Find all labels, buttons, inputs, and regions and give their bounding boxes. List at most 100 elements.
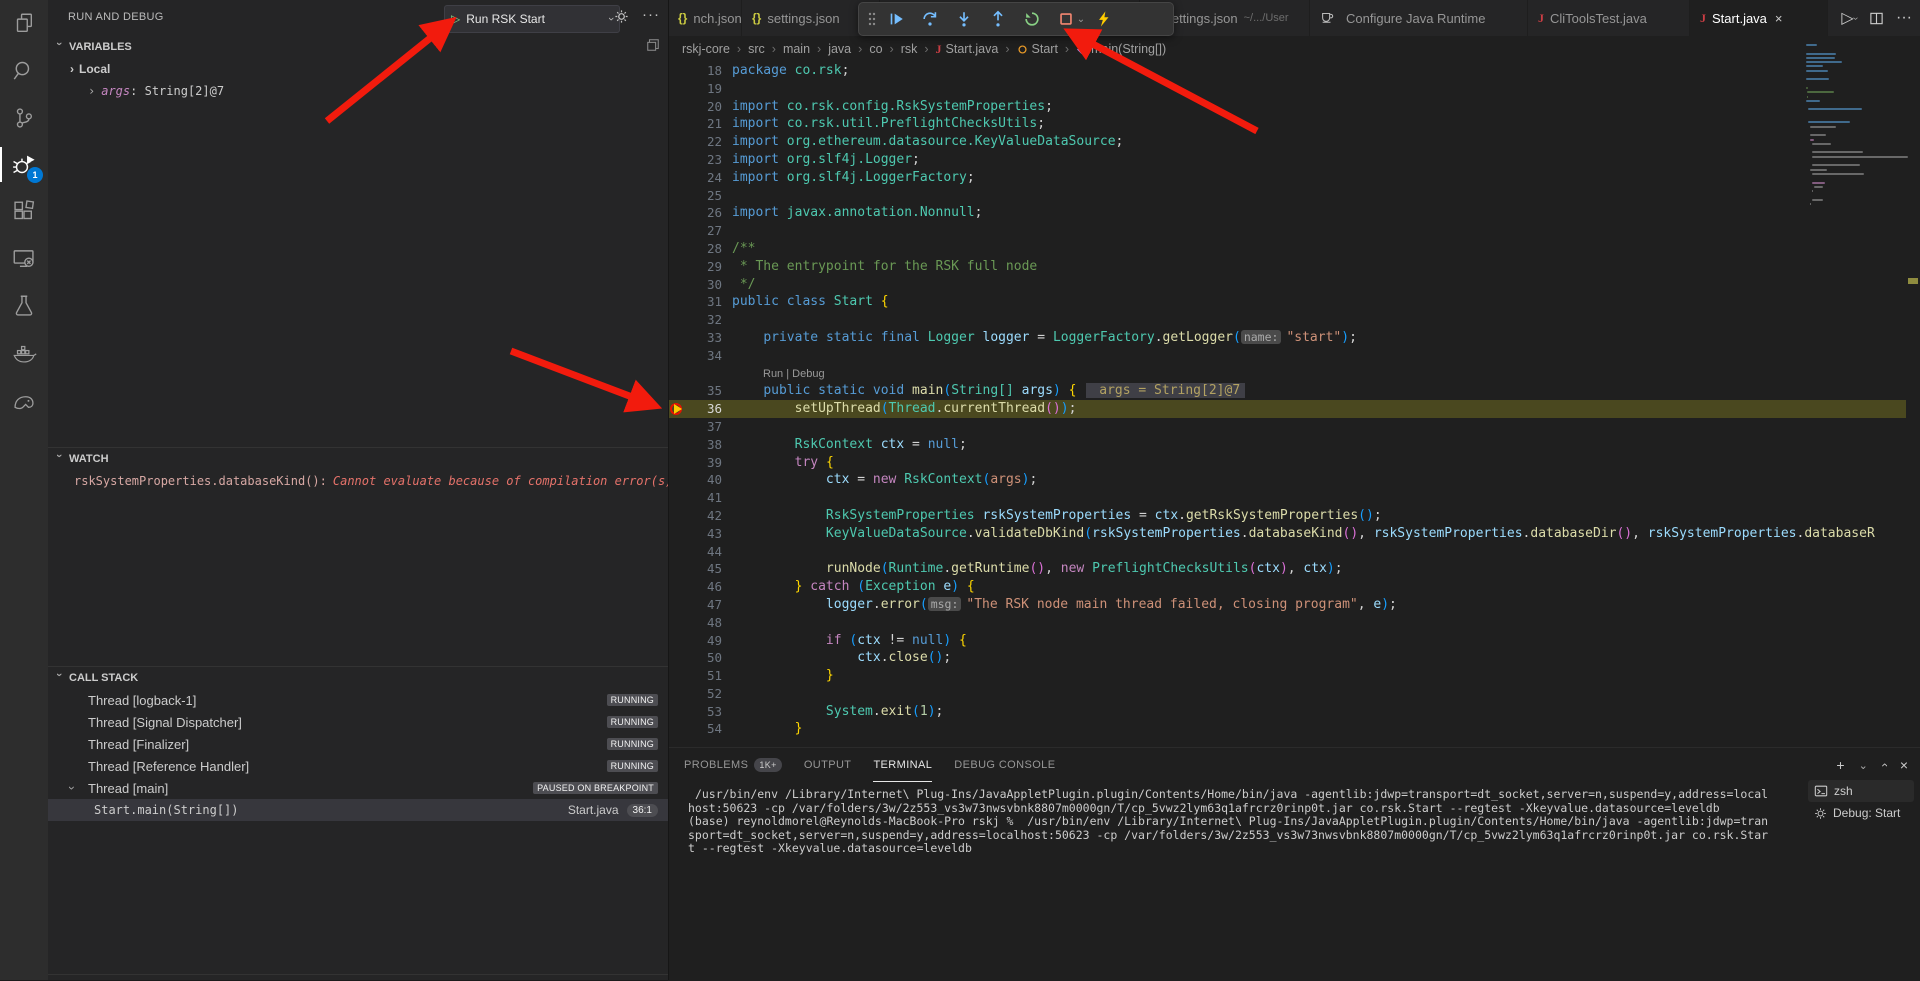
extensions-icon[interactable]: [0, 188, 48, 235]
panel-tab-problems[interactable]: PROBLEMS1K+: [684, 748, 782, 782]
breakpoint-gutter[interactable]: [668, 80, 688, 98]
run-debug-codelens[interactable]: Run | Debug: [732, 368, 825, 380]
step-out-icon[interactable]: [981, 5, 1015, 33]
breadcrumb-item[interactable]: java: [828, 42, 851, 56]
watch-header[interactable]: ›WATCH: [48, 448, 668, 470]
minimap[interactable]: [1806, 44, 1906, 224]
breadcrumb-item[interactable]: src: [748, 42, 765, 56]
breakpoint-gutter[interactable]: [668, 365, 688, 383]
run-file-icon[interactable]: ▷›: [1841, 8, 1857, 28]
breadcrumb-item[interactable]: Start: [1017, 42, 1058, 56]
hot-code-replace-icon[interactable]: [1087, 5, 1121, 33]
breakpoint-gutter[interactable]: [668, 293, 688, 311]
terminal-instance-debug-start[interactable]: Debug: Start: [1808, 802, 1914, 824]
breakpoint-gutter[interactable]: [668, 329, 688, 347]
stop-options-chevron-icon[interactable]: ⌄: [1075, 5, 1087, 33]
search-icon[interactable]: [0, 47, 48, 94]
breadcrumb-item[interactable]: rskj-core: [682, 42, 730, 56]
split-editor-icon[interactable]: [1869, 11, 1884, 26]
breakpoint-gutter[interactable]: [668, 454, 688, 472]
breakpoint-gutter[interactable]: [668, 204, 688, 222]
run-and-debug-icon[interactable]: 1: [0, 141, 48, 188]
remote-explorer-icon[interactable]: [0, 235, 48, 282]
overview-ruler[interactable]: [1906, 0, 1920, 747]
breakpoint-gutter[interactable]: [668, 685, 688, 703]
breakpoint-gutter[interactable]: [668, 258, 688, 276]
tab-nch-json[interactable]: {}nch.json: [668, 0, 742, 36]
breadcrumb-item[interactable]: rsk: [901, 42, 918, 56]
testing-flask-icon[interactable]: [0, 282, 48, 329]
call-stack-row[interactable]: ›Thread [main]PAUSED ON BREAKPOINT: [48, 777, 668, 799]
source-control-icon[interactable]: [0, 94, 48, 141]
continue-icon[interactable]: [879, 5, 913, 33]
terminal-dropdown-icon[interactable]: ⌄: [1859, 759, 1868, 772]
breakpoint-gutter[interactable]: [668, 596, 688, 614]
breakpoint-gutter[interactable]: [668, 614, 688, 632]
call-stack-header[interactable]: ›CALL STACK: [48, 667, 668, 689]
breakpoint-gutter[interactable]: [668, 436, 688, 454]
panel-tab-output[interactable]: OUTPUT: [804, 748, 852, 782]
breakpoint-gutter[interactable]: [668, 115, 688, 133]
breakpoint-gutter[interactable]: [668, 543, 688, 561]
breadcrumb-item[interactable]: main(String[]): [1076, 42, 1166, 56]
code-lines[interactable]: 18package co.rsk;1920import co.rsk.confi…: [668, 62, 1906, 747]
breakpoint-gutter[interactable]: [668, 169, 688, 187]
breadcrumb-item[interactable]: JStart.java: [936, 42, 999, 57]
breakpoint-gutter[interactable]: [668, 720, 688, 738]
breakpoint-gutter[interactable]: [668, 98, 688, 116]
tab-configure-java-runtime[interactable]: Configure Java Runtime: [1310, 0, 1528, 36]
breakpoint-gutter[interactable]: [668, 489, 688, 507]
breakpoint-gutter[interactable]: [668, 400, 688, 418]
tab-clitoolstest-java[interactable]: JCliToolsTest.java: [1528, 0, 1690, 36]
tab-start-java[interactable]: JStart.java×: [1690, 0, 1828, 36]
views-more-actions-icon[interactable]: ···: [642, 6, 660, 23]
close-panel-icon[interactable]: ×: [1900, 757, 1908, 773]
gradle-elephant-icon[interactable]: [0, 376, 48, 423]
step-into-icon[interactable]: [947, 5, 981, 33]
variable-row[interactable]: ›args: String[2]@7: [48, 80, 668, 102]
breakpoint-gutter[interactable]: [668, 133, 688, 151]
breakpoint-gutter[interactable]: [668, 240, 688, 258]
explorer-icon[interactable]: [0, 0, 48, 47]
docker-icon[interactable]: [0, 329, 48, 376]
new-terminal-icon[interactable]: +: [1836, 757, 1844, 773]
breadcrumb-item[interactable]: main: [783, 42, 810, 56]
call-stack-row[interactable]: Thread [Signal Dispatcher]RUNNING: [48, 711, 668, 733]
breakpoint-gutter[interactable]: [668, 187, 688, 205]
terminal-instance-zsh[interactable]: zsh: [1808, 780, 1914, 802]
variables-header[interactable]: ›VARIABLES: [48, 36, 668, 58]
restart-icon[interactable]: [1015, 5, 1049, 33]
breakpoint-gutter[interactable]: [668, 525, 688, 543]
step-over-icon[interactable]: [913, 5, 947, 33]
breakpoint-gutter[interactable]: [668, 649, 688, 667]
breakpoint-gutter[interactable]: [668, 507, 688, 525]
breakpoint-gutter[interactable]: [668, 311, 688, 329]
maximize-panel-icon[interactable]: ›: [1882, 758, 1886, 772]
breakpoint-gutter[interactable]: [668, 560, 688, 578]
breakpoint-gutter[interactable]: [668, 62, 688, 80]
call-stack-row[interactable]: Thread [Reference Handler]RUNNING: [48, 755, 668, 777]
breadcrumb-item[interactable]: co: [869, 42, 882, 56]
toolbar-drag-handle[interactable]: [865, 5, 879, 33]
call-stack-row[interactable]: Thread [Finalizer]RUNNING: [48, 733, 668, 755]
debug-settings-gear-icon[interactable]: [614, 9, 629, 29]
breakpoint-gutter[interactable]: [668, 667, 688, 685]
breakpoint-gutter[interactable]: [668, 418, 688, 436]
launch-config-dropdown[interactable]: ▷ Run RSK Start ›: [444, 5, 620, 33]
breakpoint-gutter[interactable]: [668, 578, 688, 596]
watch-expression-row[interactable]: rskSystemProperties.databaseKind():Canno…: [48, 470, 668, 492]
breakpoint-gutter[interactable]: [668, 222, 688, 240]
panel-tab-terminal[interactable]: TERMINAL: [873, 748, 932, 782]
breakpoint-gutter[interactable]: [668, 347, 688, 365]
breakpoint-gutter[interactable]: [668, 382, 688, 400]
breakpoint-gutter[interactable]: [668, 151, 688, 169]
panel-tab-debug-console[interactable]: DEBUG CONSOLE: [954, 748, 1055, 782]
variables-scope-local[interactable]: ›Local: [48, 58, 668, 80]
breakpoint-gutter[interactable]: [668, 471, 688, 489]
breakpoint-gutter[interactable]: [668, 632, 688, 650]
close-icon[interactable]: ×: [1775, 11, 1783, 26]
call-stack-row[interactable]: Thread [logback-1]RUNNING: [48, 689, 668, 711]
breakpoint-gutter[interactable]: [668, 703, 688, 721]
breakpoints-header[interactable]: ›BREAKPOINTS: [48, 975, 668, 981]
call-stack-row[interactable]: Start.main(String[])Start.java36:1: [48, 799, 668, 821]
